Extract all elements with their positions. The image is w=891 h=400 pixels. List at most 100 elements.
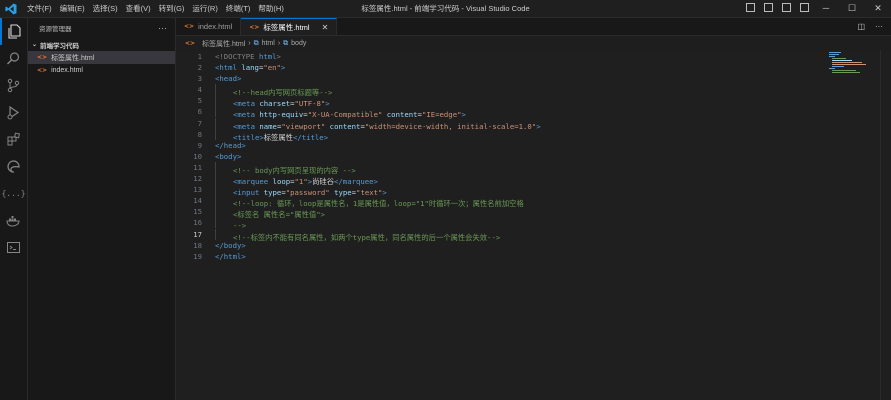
code-line: 16 --> xyxy=(176,217,541,230)
code-line: 9 </head> xyxy=(176,140,541,151)
token: html xyxy=(254,52,277,61)
line-number: 19 xyxy=(193,251,202,261)
source-control-icon[interactable] xyxy=(0,72,27,99)
token: <html xyxy=(215,63,237,73)
token: <!--标签内不能有同名属性，如两个type属性，同名属性的后一个属性会失效--… xyxy=(233,232,501,242)
toggle-secondary-sidebar-icon[interactable] xyxy=(782,3,791,12)
layout-controls xyxy=(746,3,809,12)
menu-edit[interactable]: 编辑(E) xyxy=(56,0,89,17)
minimize-button[interactable]: ─ xyxy=(813,0,839,17)
breadcrumb-item[interactable]: html xyxy=(262,40,275,47)
line-number: 14 xyxy=(193,196,202,206)
terminal-icon[interactable] xyxy=(0,234,27,261)
chevron-right-icon: › xyxy=(248,40,251,47)
extensions-icon[interactable] xyxy=(0,126,27,153)
element-icon: ⧉ xyxy=(283,39,289,47)
line-number: 12 xyxy=(193,174,202,184)
toggle-panel-icon[interactable] xyxy=(764,3,773,12)
workspace-folder[interactable]: ⌄ 前端学习代码 xyxy=(28,38,175,51)
indent-guide xyxy=(215,106,233,118)
menu-run[interactable]: 运行(R) xyxy=(188,0,221,17)
token: > xyxy=(280,63,286,73)
explorer-title: 资源管理器 xyxy=(39,26,72,33)
code-line: 19 </html> xyxy=(176,251,541,262)
code-line: 6 <meta http-equiv="X-UA-Compatible" cont… xyxy=(176,106,541,119)
json-braces-icon[interactable]: {...} xyxy=(0,180,27,207)
maximize-button[interactable]: ☐ xyxy=(839,0,865,17)
menu-go[interactable]: 转到(G) xyxy=(155,0,189,17)
token: "width=device-width, initial-scale=1.0" xyxy=(364,121,537,131)
menu-view[interactable]: 查看(V) xyxy=(122,0,155,17)
code-line: 10 <body> xyxy=(176,151,541,162)
token: </head> xyxy=(215,140,246,150)
run-debug-icon[interactable] xyxy=(0,99,27,126)
edge-devtools-icon[interactable] xyxy=(0,153,27,180)
code-line: 2 <html lang="en"> xyxy=(176,62,541,73)
line-number: 17 xyxy=(193,229,202,239)
close-tab-icon[interactable]: ✕ xyxy=(322,23,329,32)
indent-guide xyxy=(215,95,233,107)
toggle-primary-sidebar-icon[interactable] xyxy=(746,3,755,12)
breadcrumb: <> 标签属性.html › ⧉ html › ⧉ body xyxy=(176,37,306,50)
menu-selection[interactable]: 选择(S) xyxy=(89,0,122,17)
explorer-icon[interactable] xyxy=(0,18,27,45)
vertical-scrollbar[interactable] xyxy=(880,50,891,400)
minimap[interactable] xyxy=(829,52,869,74)
line-number: 9 xyxy=(197,140,202,150)
line-number: 7 xyxy=(197,118,202,128)
activity-bar: {...} xyxy=(0,18,28,400)
indent-guide xyxy=(215,84,233,96)
docker-icon[interactable] xyxy=(0,207,27,234)
html-file-icon: <> xyxy=(37,67,48,74)
line-number: 15 xyxy=(193,207,202,217)
file-item-biaoqianshuxing[interactable]: <> 标签属性.html xyxy=(28,51,175,64)
line-number: 18 xyxy=(193,240,202,250)
token: "en" xyxy=(263,63,281,73)
title-bar: 文件(F) 编辑(E) 选择(S) 查看(V) 转到(G) 运行(R) 终端(T… xyxy=(0,0,891,18)
folder-name: 前端学习代码 xyxy=(40,42,80,50)
indent-guide xyxy=(215,195,233,207)
breadcrumb-item[interactable]: body xyxy=(291,40,306,47)
indent-guide xyxy=(215,117,233,129)
more-actions-icon[interactable]: ··· xyxy=(875,22,883,31)
element-icon: ⧉ xyxy=(253,39,259,47)
html-file-icon: <> xyxy=(184,23,195,30)
line-number: 16 xyxy=(193,218,202,228)
indent-guide xyxy=(215,217,233,229)
search-icon[interactable] xyxy=(0,45,27,72)
line-number: 13 xyxy=(193,185,202,195)
menu-terminal[interactable]: 终端(T) xyxy=(222,0,255,17)
code-line: 3 <head> xyxy=(176,73,541,84)
close-window-button[interactable]: ✕ xyxy=(865,0,891,17)
tab-label: 标签属性.html xyxy=(263,22,310,32)
html-file-icon: <> xyxy=(185,40,196,47)
menu-file[interactable]: 文件(F) xyxy=(23,0,56,17)
editor-tabs: <> index.html <> 标签属性.html ✕ ◫ ··· xyxy=(176,18,891,36)
customize-layout-icon[interactable] xyxy=(800,3,809,12)
token: </title> xyxy=(292,132,329,142)
tab-biaoqianshuxing-html[interactable]: <> 标签属性.html ✕ xyxy=(241,18,338,35)
chevron-right-icon: › xyxy=(277,40,281,47)
token: </html> xyxy=(215,251,246,261)
code-line: 1 <!DOCTYPE html> xyxy=(176,51,541,62)
token: > xyxy=(536,121,541,131)
indent-guide xyxy=(215,206,233,218)
editor-actions: ◫ ··· xyxy=(857,18,883,35)
menu-bar: 文件(F) 编辑(E) 选择(S) 查看(V) 转到(G) 运行(R) 终端(T… xyxy=(23,0,288,17)
code-line: 12 <marquee loop="1">尚硅谷</marquee> xyxy=(176,173,541,186)
file-item-index[interactable]: <> index.html xyxy=(28,64,175,77)
more-actions-icon[interactable]: ··· xyxy=(158,23,167,33)
split-editor-icon[interactable]: ◫ xyxy=(857,22,865,31)
breadcrumb-item[interactable]: 标签属性.html xyxy=(202,39,245,49)
token: <body> xyxy=(215,151,242,161)
code-editor[interactable]: 1 <!DOCTYPE html> 2 <html lang="en"> 3 <hea… xyxy=(176,50,891,400)
line-number: 6 xyxy=(197,107,202,117)
line-number: 4 xyxy=(197,85,202,95)
token: <标签名 属性名="属性值"> xyxy=(233,210,326,220)
token: <!DOCTYPE xyxy=(215,52,255,61)
tab-index-html[interactable]: <> index.html xyxy=(176,18,242,35)
code-line: 17 <!--标签内不能有同名属性，如两个type属性，同名属性的后一个属性会失效… xyxy=(176,228,541,242)
file-name: 标签属性.html xyxy=(51,54,95,62)
code-line: 11 <!-- body内写网页呈现的内容 --> xyxy=(176,161,541,175)
menu-help[interactable]: 帮助(H) xyxy=(254,0,287,17)
